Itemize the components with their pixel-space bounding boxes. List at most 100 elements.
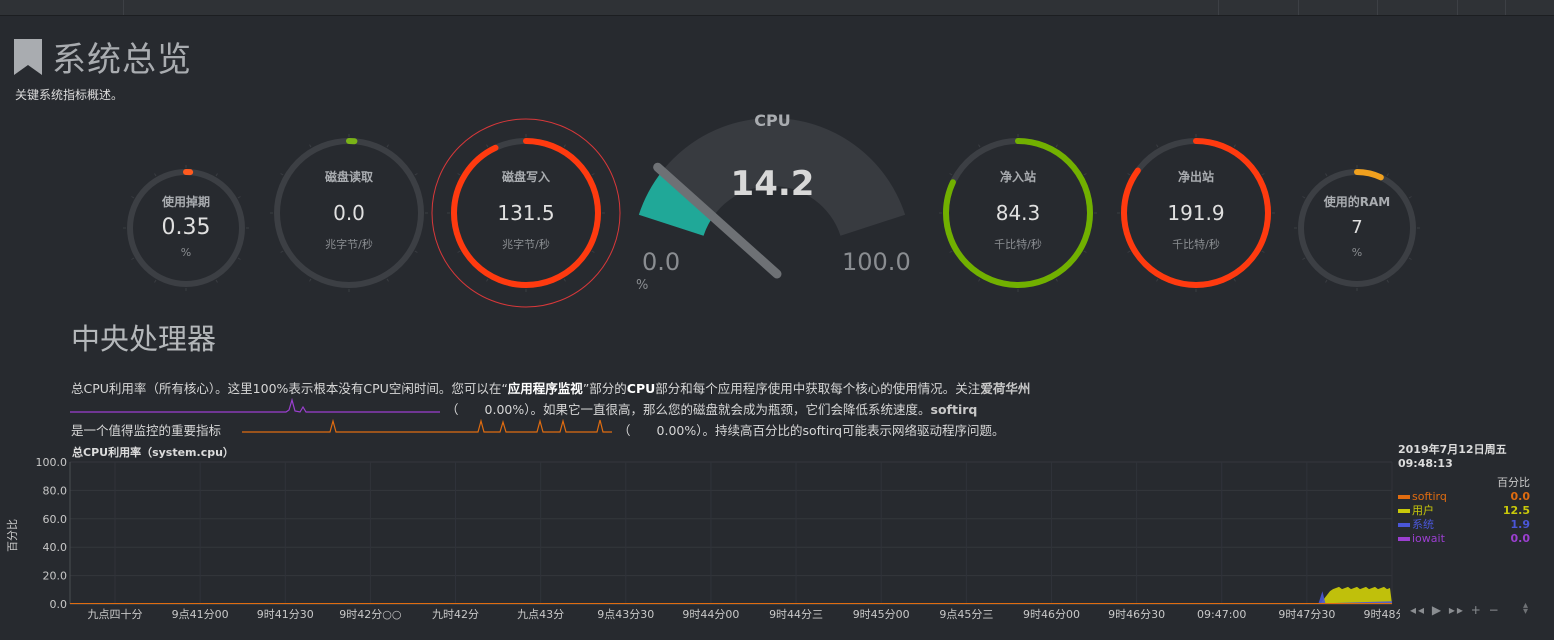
gauge-unit: 千比特/秒: [1172, 238, 1220, 252]
resize-handle-icon[interactable]: ▴ ▾: [1523, 601, 1528, 617]
gauge-disk-read[interactable]: 磁盘读取 0.0 兆字节/秒: [253, 117, 445, 309]
gauge-unit: %: [180, 245, 192, 259]
legend-series-name: iowait: [1412, 532, 1445, 545]
legend-series-name: softirq: [1412, 490, 1447, 503]
legend-item-softirq[interactable]: softirq 0.0: [1398, 490, 1530, 504]
bookmark-icon: [14, 38, 42, 75]
gauge-value: 191.9: [1167, 201, 1225, 225]
y-tick-label: 100.0: [36, 456, 68, 469]
gauge-disk-write[interactable]: 磁盘写入 131.5 兆字节/秒: [430, 117, 622, 309]
y-tick-label: 60.0: [43, 513, 68, 526]
x-tick-label: 9点43分30: [597, 608, 654, 621]
x-tick-label: 9时46分30: [1108, 608, 1165, 621]
legend-unit: 百分比: [1497, 476, 1530, 489]
x-tick-label: 9时46分00: [1023, 608, 1080, 621]
cpu-gauge-unit: %: [636, 278, 649, 293]
softirq-bold: softirq: [930, 402, 978, 417]
legend-item-用户[interactable]: 用户 12.5: [1398, 504, 1530, 518]
desc-text: 是一个值得监控的重要指标: [71, 423, 222, 438]
y-tick-label: 40.0: [43, 541, 68, 554]
series-system-area: [70, 591, 1392, 604]
x-tick-label: 九点43分: [517, 608, 564, 621]
x-tick-label: 9点41分00: [172, 608, 229, 621]
gauge-label: 净入站: [999, 170, 1036, 185]
legend-item-iowait[interactable]: iowait 0.0: [1398, 532, 1530, 546]
gauge-label: 净出站: [1177, 170, 1214, 185]
iowait-bold: 爱荷华州: [980, 381, 1031, 396]
iowait-sparkline: [70, 398, 440, 413]
gauge-value: 84.3: [995, 201, 1041, 225]
legend-time: 09:48:13: [1398, 457, 1453, 470]
top-navbar: [0, 0, 1554, 16]
legend-swatch: [1398, 509, 1410, 513]
legend-date: 2019年7月12日周五: [1398, 443, 1507, 456]
x-tick-label: 09:47:00: [1197, 608, 1246, 621]
page-subtitle: 关键系统指标概述。: [15, 88, 124, 102]
desc-text: ）。持续高百分比的softirq可能表示网络驱动程序问题。: [696, 423, 1005, 438]
page-title: 系统总览: [52, 40, 192, 80]
gauge-value: 7: [1351, 217, 1363, 239]
x-tick-label: 9时44分三: [769, 608, 823, 621]
cpu-gauge-value: 14.2: [730, 164, 815, 204]
page-header: 系统总览: [14, 32, 192, 81]
gauge-unit: 兆字节/秒: [325, 238, 373, 252]
chart-controls[interactable]: ◂◂ ▶ ▸▸ + −: [1410, 603, 1501, 617]
y-tick-label: 80.0: [43, 484, 68, 497]
desc-text: ）。如果它一直很高，那么您的磁盘就会成为瓶颈，它们会降低系统速度。: [524, 402, 931, 417]
y-tick-label: 0.0: [50, 598, 68, 611]
desc-text: （: [446, 402, 459, 417]
gauge-value: 0.35: [161, 214, 211, 240]
legend-series-value: 0.0: [1510, 490, 1531, 503]
gauge-ram[interactable]: 使用的RAM 7%: [1277, 148, 1437, 308]
legend-series-value: 12.5: [1502, 504, 1530, 517]
gauge-value: 131.5: [497, 201, 555, 225]
gauge-label: 磁盘读取: [324, 170, 373, 185]
app-monitor-link[interactable]: 应用程序监视: [508, 381, 583, 396]
gauge-label: 使用的RAM: [1323, 195, 1391, 210]
desc-text: 总CPU利用率（所有核心）。这里100%表示根本没有CPU空闲时间。您可以在“: [71, 381, 508, 396]
cpu-gauge-max: 100.0: [842, 248, 911, 276]
section-title-cpu: 中央处理器: [71, 322, 217, 356]
chart-nav-icons[interactable]: ◂◂ ▶ ▸▸ + −: [1410, 603, 1501, 617]
softirq-sparkline: [242, 418, 612, 433]
iowait-percent: 0.00%: [484, 402, 525, 417]
desc-text: （: [618, 423, 631, 438]
legend-series-value: 1.9: [1510, 518, 1531, 531]
gauge-load[interactable]: 使用掉期 0.35%: [106, 148, 266, 308]
gauge-label: 磁盘写入: [501, 170, 550, 185]
x-tick-label: 9时47分30: [1278, 608, 1335, 621]
desc-text: 部分和每个应用程序使用中获取每个核心的使用情况。关注: [655, 381, 981, 396]
series-user-area: [70, 586, 1392, 604]
cpu-description-line2: （ 0.00%）。如果它一直很高，那么您的磁盘就会成为瓶颈，它们会降低系统速度。s…: [446, 399, 1146, 420]
cpu-link[interactable]: CPU: [627, 381, 656, 396]
legend-swatch: [1398, 495, 1410, 499]
gauge-net-out[interactable]: 净出站 191.9 千比特/秒: [1100, 117, 1292, 309]
legend-rows: softirq 0.0 用户 12.5 系统 1.9 iowait 0.0: [1398, 490, 1530, 546]
legend-series-name: 系统: [1412, 518, 1434, 531]
x-tick-label: 9时41分30: [257, 608, 314, 621]
cpu-gauge-label: CPU: [754, 111, 791, 130]
gauge-unit: %: [1351, 245, 1363, 259]
x-tick-label: 九时42分: [432, 608, 479, 621]
gauge-unit: 兆字节/秒: [502, 238, 550, 252]
legend-series-value: 0.0: [1510, 532, 1531, 545]
x-tick-label: 9时45分00: [853, 608, 910, 621]
gauge-label: 使用掉期: [161, 195, 210, 210]
y-tick-label: 20.0: [43, 570, 68, 583]
x-tick-label: 九点四十分: [88, 607, 143, 621]
legend-swatch: [1398, 537, 1410, 541]
gauge-unit: 千比特/秒: [994, 238, 1042, 252]
x-tick-label: 9时42分○○: [339, 608, 401, 621]
gauge-net-in[interactable]: 净入站 84.3 千比特/秒: [922, 117, 1114, 309]
cpu-gauge-min: 0.0: [642, 248, 681, 276]
legend-series-name: 用户: [1412, 504, 1434, 517]
legend-swatch: [1398, 523, 1410, 527]
gauge-value: 0.0: [333, 201, 365, 225]
cpu-gauge[interactable]: CPU 14.2 0.0 100.0 %: [630, 108, 915, 298]
cpu-description-line3b: （ 0.00%）。持续高百分比的softirq可能表示网络驱动程序问题。: [618, 420, 1138, 441]
legend-item-系统[interactable]: 系统 1.9: [1398, 518, 1530, 532]
x-tick-label: 9时44分00: [682, 608, 739, 621]
cpu-chart[interactable]: 100.0 80.0 60.0 40.0 20.0 0.0 九点四十分 9点41分00 9时41…: [0, 450, 1401, 630]
chart-legend: 2019年7月12日周五 09:48:13 百分比 softirq 0.0 用户 12…: [1398, 443, 1530, 546]
x-tick-label: 9时48分00: [1364, 608, 1401, 621]
